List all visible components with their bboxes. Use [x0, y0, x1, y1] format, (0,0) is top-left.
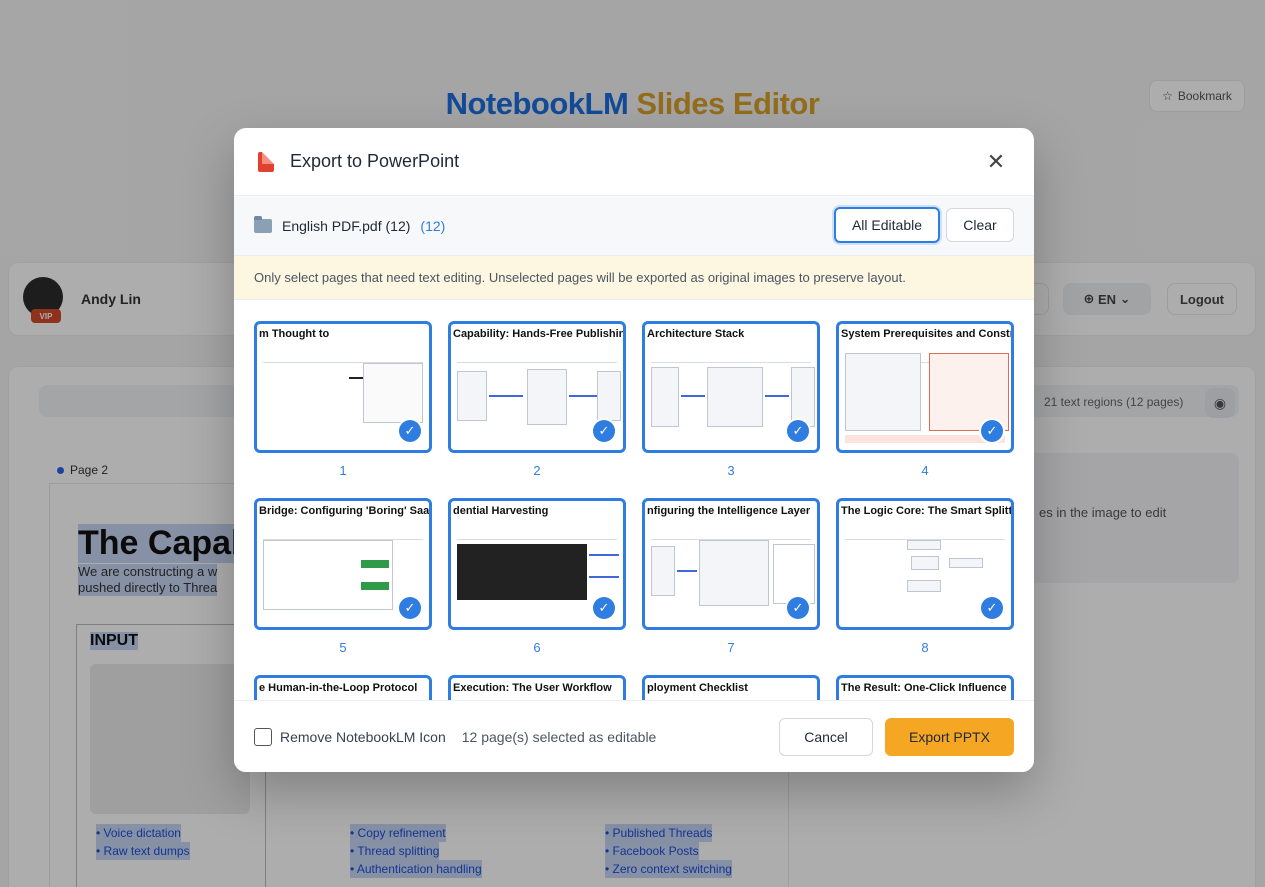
page-thumbnail[interactable]: e Human-in-the-Loop Protocol — [254, 675, 432, 701]
selected-check-icon: ✓ — [593, 597, 615, 619]
thumbnail-slide-title: The Logic Core: The Smart Splitter — [841, 505, 1011, 517]
remove-icon-label[interactable]: Remove NotebookLM Icon — [280, 729, 446, 745]
page-grid[interactable]: m Thought to ✓ 1 Capability: Hands-Free Pub… — [234, 301, 1034, 701]
close-button[interactable]: ✕ — [984, 149, 1008, 174]
selection-status: 12 page(s) selected as editable — [461, 728, 657, 745]
page-thumbnail[interactable]: ployment Checklist — [642, 675, 820, 701]
selected-check-icon: ✓ — [787, 420, 809, 442]
selected-check-icon: ✓ — [787, 597, 809, 619]
selected-check-icon: ✓ — [593, 420, 615, 442]
thumbnail-slide-title: Bridge: Configuring 'Boring' SaaS — [259, 505, 429, 517]
page-thumbnail-cell[interactable]: The Logic Core: The Smart Splitter ✓ 8 — [836, 498, 1014, 655]
page-thumbnail-cell[interactable]: Bridge: Configuring 'Boring' SaaS ✓ 5 — [254, 498, 432, 655]
thumbnail-slide-title: dential Harvesting — [453, 505, 549, 517]
page-number: 6 — [533, 640, 541, 655]
page-thumbnail-cell[interactable]: m Thought to ✓ 1 — [254, 321, 432, 478]
page-thumbnail-cell[interactable]: ployment Checklist11 — [642, 675, 820, 701]
page-thumbnail[interactable]: dential Harvesting ✓ — [448, 498, 626, 630]
all-editable-button[interactable]: All Editable — [834, 207, 940, 243]
page-thumbnail[interactable]: Execution: The User Workflow — [448, 675, 626, 701]
clear-button[interactable]: Clear — [946, 208, 1014, 242]
thumbnail-slide-title: Capability: Hands-Free Publishing — [453, 328, 623, 340]
thumbnail-slide-title: e Human-in-the-Loop Protocol — [259, 682, 418, 694]
dialog-title: Export to PowerPoint — [290, 151, 460, 171]
powerpoint-file-icon — [258, 151, 274, 172]
page-thumbnail-cell[interactable]: e Human-in-the-Loop Protocol9 — [254, 675, 432, 701]
page-thumbnail[interactable]: The Result: One-Click Influence — [836, 675, 1014, 701]
file-page-count: (12) — [420, 217, 446, 234]
page-thumbnail[interactable]: Bridge: Configuring 'Boring' SaaS ✓ — [254, 498, 432, 630]
folder-icon — [254, 215, 272, 233]
page-number: 4 — [921, 463, 929, 478]
page-number: 1 — [339, 463, 347, 478]
page-thumbnail-cell[interactable]: Architecture Stack ✓ 3 — [642, 321, 820, 478]
selected-check-icon: ✓ — [399, 420, 421, 442]
thumbnail-slide-title: nfiguring the Intelligence Layer — [647, 505, 811, 517]
dialog-footer: Remove NotebookLM Icon 12 page(s) select… — [234, 700, 1034, 772]
page-thumbnail-cell[interactable]: Capability: Hands-Free Publishing ✓ 2 — [448, 321, 626, 478]
page-thumbnail[interactable]: Capability: Hands-Free Publishing ✓ — [448, 321, 626, 453]
file-name: English PDF.pdf (12) — [282, 217, 411, 234]
page-thumbnail[interactable]: System Prerequisites and Constraints ✓ — [836, 321, 1014, 453]
page-thumbnail[interactable]: nfiguring the Intelligence Layer ✓ — [642, 498, 820, 630]
thumbnail-slide-title: ployment Checklist — [647, 682, 748, 694]
page-thumbnail[interactable]: The Logic Core: The Smart Splitter ✓ — [836, 498, 1014, 630]
thumbnail-slide-title: The Result: One-Click Influence — [841, 682, 1007, 694]
thumbnail-slide-title: Execution: The User Workflow — [453, 682, 612, 694]
notice-banner: Only select pages that need text editing… — [234, 256, 1034, 300]
page-number: 7 — [727, 640, 735, 655]
page-thumbnail-cell[interactable]: The Result: One-Click Influence12 — [836, 675, 1014, 701]
page-thumbnail[interactable]: Architecture Stack ✓ — [642, 321, 820, 453]
thumbnail-slide-title: Architecture Stack — [647, 328, 745, 340]
page-number: 3 — [727, 463, 735, 478]
dialog-header: Export to PowerPoint ✕ — [234, 128, 1034, 196]
page-number: 5 — [339, 640, 347, 655]
thumbnail-slide-title: m Thought to — [259, 328, 330, 340]
export-dialog: Export to PowerPoint ✕ English PDF.pdf (… — [234, 128, 1034, 772]
thumbnail-slide-title: System Prerequisites and Constraints — [841, 328, 1011, 340]
file-bar: English PDF.pdf (12) (12) All Editable C… — [234, 196, 1034, 256]
page-thumbnail-cell[interactable]: nfiguring the Intelligence Layer ✓ 7 — [642, 498, 820, 655]
page-thumbnail[interactable]: m Thought to ✓ — [254, 321, 432, 453]
page-thumbnail-cell[interactable]: dential Harvesting ✓ 6 — [448, 498, 626, 655]
selected-check-icon: ✓ — [981, 420, 1003, 442]
page-thumbnail-cell[interactable]: System Prerequisites and Constraints ✓ 4 — [836, 321, 1014, 478]
page-number: 8 — [921, 640, 929, 655]
selected-check-icon: ✓ — [399, 597, 421, 619]
cancel-button[interactable]: Cancel — [779, 718, 873, 756]
remove-icon-checkbox[interactable] — [254, 727, 272, 746]
export-pptx-button[interactable]: Export PPTX — [885, 718, 1014, 756]
page-number: 2 — [533, 463, 541, 478]
page-thumbnail-cell[interactable]: Execution: The User Workflow10 — [448, 675, 626, 701]
selected-check-icon: ✓ — [981, 597, 1003, 619]
